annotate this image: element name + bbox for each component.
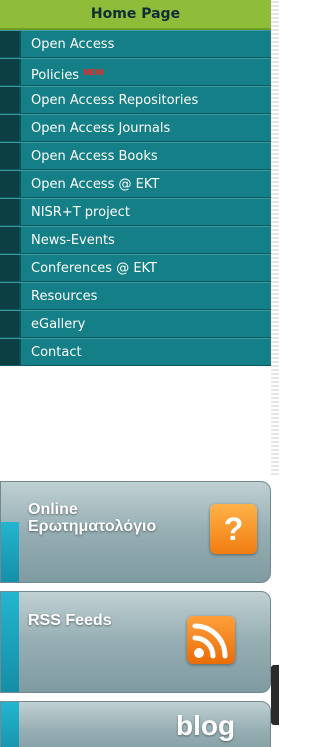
questionnaire-title: Online Ερωτηματολόγιο [28,501,157,536]
rss-glyph [192,623,228,659]
menu-item-label: eGallery [31,317,86,332]
menu-item-news-events[interactable]: News-Events [0,226,271,254]
menu-item-label: Open Access Repositories [31,93,199,108]
home-page-label: Home Page [90,6,181,22]
rss-feeds-label: RSS Feeds [28,612,112,629]
menu-item-tab [0,171,21,197]
questionnaire-line2: Ερωτηματολόγιο [28,517,157,535]
rss-icon [187,616,235,664]
menu-item-tab [0,31,21,57]
menu-item-conferences-ekt[interactable]: Conferences @ EKT [0,254,271,282]
menu-item-contact[interactable]: Contact [0,338,271,366]
menu-item-open-access[interactable]: Open Access [0,30,271,58]
side-handle[interactable] [271,665,279,725]
menu-item-label: Policies [31,68,80,83]
banner-accent-bar [1,522,19,582]
menu-item-nisrt-project[interactable]: NISR+T project [0,198,271,226]
blog-banner[interactable]: blog [0,701,271,747]
left-sidebar: Home Page Open Access Policies NEW Open A… [0,0,279,747]
menu-item-label: Resources [31,289,98,304]
menu-item-tab [0,199,21,225]
question-icon: ? [210,504,257,554]
banner-accent-bar [1,702,19,747]
new-badge: NEW [83,68,105,77]
menu-item-label: Open Access @ EKT [31,177,160,192]
menu-item-policies[interactable]: Policies NEW [0,58,271,86]
menu-item-label: Conferences @ EKT [31,261,157,276]
menu-item-tab [0,311,21,337]
sidebar-menu: Open Access Policies NEW Open Access Repo… [0,30,271,366]
menu-item-label: Open Access Books [31,149,158,164]
scrollbar-strip[interactable] [271,0,279,475]
menu-item-resources[interactable]: Resources [0,282,271,310]
blog-label: blog [176,710,236,741]
rss-feeds-banner[interactable]: RSS Feeds [0,591,271,693]
menu-item-tab [0,339,21,365]
menu-item-tab [0,143,21,169]
questionnaire-banner[interactable]: Online Ερωτηματολόγιο ? [0,481,271,583]
menu-item-open-access-repositories[interactable]: Open Access Repositories [0,86,271,114]
menu-item-egallery[interactable]: eGallery [0,310,271,338]
menu-item-label: News-Events [31,233,115,248]
menu-item-tab [0,59,21,85]
menu-item-label: Open Access [31,37,115,52]
menu-item-label: Contact [31,345,82,360]
menu-item-tab [0,115,21,141]
home-page-link[interactable]: Home Page [0,0,271,30]
menu-item-open-access-books[interactable]: Open Access Books [0,142,271,170]
banner-accent-bar [1,592,19,692]
menu-item-open-access-ekt[interactable]: Open Access @ EKT [0,170,271,198]
menu-item-tab [0,87,21,113]
questionnaire-line1: Online [28,501,78,518]
menu-item-label: Open Access Journals [31,121,171,136]
menu-item-tab [0,255,21,281]
menu-item-tab [0,283,21,309]
menu-item-label-wrap: Policies NEW [31,59,104,89]
menu-item-label: NISR+T project [31,205,130,220]
menu-item-tab [0,227,21,253]
menu-item-open-access-journals[interactable]: Open Access Journals [0,114,271,142]
